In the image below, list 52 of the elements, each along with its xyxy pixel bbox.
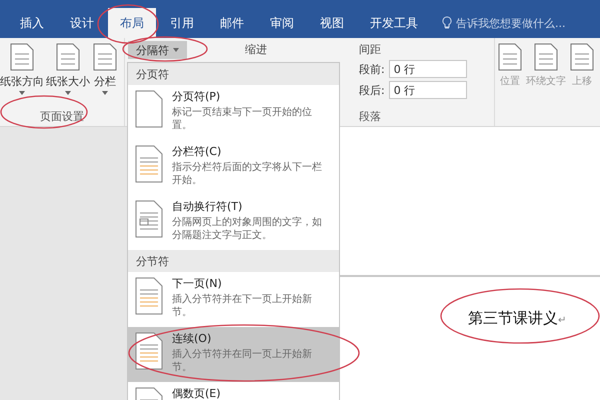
- item-title: 自动换行符(T): [172, 199, 244, 214]
- breaks-button[interactable]: 分隔符: [128, 41, 187, 59]
- item-description: 插入分节符并在下一页上开始新节。: [172, 293, 313, 319]
- page-icon: [92, 42, 118, 72]
- spacing-label: 间距: [359, 42, 382, 57]
- ribbon-button[interactable]: 纸张大小: [46, 42, 90, 109]
- item-description: 指示分栏符后面的文字将从下一栏开始。: [172, 161, 322, 187]
- menu-item[interactable]: 连续(O) 插入分节符并在同一页上开始新节。: [128, 327, 339, 382]
- item-title: 连续(O): [172, 331, 212, 346]
- ribbon-tab[interactable]: 插入: [8, 8, 56, 38]
- ribbon-tab[interactable]: 布局: [108, 8, 156, 38]
- item-description: 分隔网页上的对象周围的文字，如分隔题注文字与正文。: [172, 216, 322, 242]
- document-text: 第三节课讲义↵: [468, 309, 568, 328]
- field-label: 段前:: [359, 62, 385, 76]
- item-title: 偶数页(E): [172, 386, 222, 400]
- page-icon: [134, 276, 164, 316]
- page-icon: [134, 199, 164, 239]
- menu-section-header: 分节符: [128, 250, 339, 272]
- caret-icon: [102, 91, 108, 95]
- search-field[interactable]: 告诉我您想要做什么...: [456, 16, 566, 30]
- item-title: 下一页(N): [172, 276, 223, 291]
- page-icon: [9, 42, 35, 72]
- caret-icon: [19, 91, 25, 95]
- group-label: 段落: [359, 109, 382, 124]
- caret-icon: [173, 48, 179, 52]
- page-icon: [533, 42, 559, 72]
- ribbon-tab[interactable]: 邮件: [208, 8, 256, 38]
- page-icon: [569, 42, 595, 72]
- item-description: 标记一页结束与下一页开始的位置。: [172, 106, 313, 132]
- group-label: 页面设置: [39, 109, 85, 124]
- ribbon-tab[interactable]: 开发工具: [358, 8, 430, 38]
- page-icon: [134, 331, 164, 371]
- page-icon: [134, 89, 164, 129]
- ribbon-tab[interactable]: 引用: [158, 8, 206, 38]
- item-title: 分栏符(C): [172, 144, 222, 159]
- ribbon-button[interactable]: 纸张方向: [0, 42, 44, 109]
- ribbon-tab[interactable]: 视图: [308, 8, 356, 38]
- item-title: 分页符(P): [172, 89, 222, 104]
- lightbulb-icon: [442, 16, 452, 30]
- page-icon: [55, 42, 81, 72]
- menu-section-header: 分页符: [128, 63, 339, 85]
- ribbon-tab[interactable]: 设计: [58, 8, 106, 38]
- field-label: 段后:: [359, 82, 385, 98]
- indent-label: 缩进: [245, 42, 268, 57]
- spin-field[interactable]: 0 行: [388, 81, 467, 99]
- page-icon: [134, 144, 164, 184]
- caret-icon: [65, 91, 71, 95]
- spin-field[interactable]: 0 行: [388, 60, 467, 78]
- ribbon-button[interactable]: 分栏: [92, 42, 118, 109]
- item-description: 插入分节符并在同一页上开始新节。: [172, 348, 313, 374]
- page-icon: [497, 42, 523, 72]
- ribbon-tab[interactable]: 审阅: [258, 8, 306, 38]
